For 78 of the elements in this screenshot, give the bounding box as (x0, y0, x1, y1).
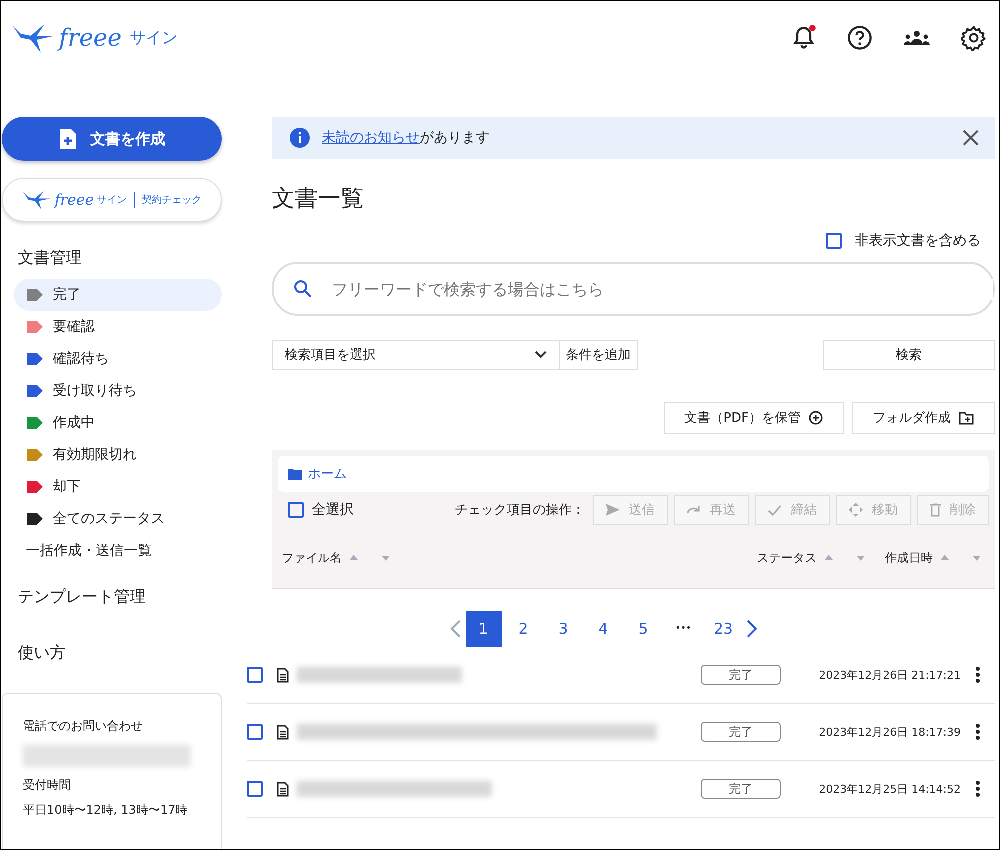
checkbox[interactable] (288, 502, 304, 518)
search-field[interactable]: フリーワードで検索する場合はこちら (272, 262, 995, 316)
status-menu-item[interactable]: 確認待ち (14, 343, 222, 375)
next-page-icon[interactable] (746, 620, 758, 638)
search-icon (294, 280, 312, 298)
add-condition-button[interactable]: 条件を追加 (559, 340, 638, 370)
created-date: 2023年12月26日 21:17:21 (819, 668, 961, 682)
status-menu-item[interactable]: 却下 (14, 471, 222, 503)
notice-link[interactable]: 未読のお知らせ (322, 130, 420, 146)
hours-label: 受付時間 (23, 777, 72, 794)
more-options-icon[interactable] (975, 780, 981, 798)
page-button[interactable]: 5 (626, 611, 662, 647)
row-checkbox[interactable] (247, 667, 263, 683)
row-checkbox[interactable] (247, 781, 263, 797)
contract-check-button[interactable]: freee サイン 契約チェック (2, 178, 222, 222)
column-header[interactable]: ステータス (757, 550, 817, 566)
status-menu-item[interactable]: 要確認 (14, 311, 222, 343)
folder-plus-icon (959, 412, 974, 424)
status-menu-item[interactable]: 作成中 (14, 407, 222, 439)
trash-icon (930, 503, 941, 517)
team-icon[interactable] (903, 28, 931, 48)
status-menu-item[interactable]: 完了 (14, 279, 222, 311)
status-menu-item[interactable]: 有効期限切れ (14, 439, 222, 471)
page-ellipsis: ••• (674, 623, 692, 636)
contact-title: 電話でのお問い合わせ (23, 718, 144, 735)
search-field-dropdown[interactable]: 検索項目を選択 (272, 340, 560, 370)
status-menu-item[interactable]: 受け取り待ち (14, 375, 222, 407)
chevron-down-icon (535, 351, 547, 359)
help-icon[interactable] (847, 25, 873, 51)
checkbox[interactable] (826, 233, 842, 249)
document-icon (277, 782, 289, 796)
page-button[interactable]: 1 (466, 611, 502, 647)
search-button[interactable]: 検索 (823, 340, 995, 370)
notification-bell-icon[interactable] (791, 25, 817, 51)
status-menu-item[interactable]: 全てのステータス (14, 503, 222, 535)
check-icon (768, 504, 782, 516)
plus-circle-icon (809, 411, 823, 425)
bulk-actions-label: チェック項目の操作： (455, 502, 585, 519)
page-button[interactable]: 23 (706, 611, 742, 647)
folder-icon (288, 468, 302, 480)
create-folder-button[interactable]: フォルダ作成 (852, 402, 995, 434)
sidebar-menu-item[interactable]: 使い方 (18, 643, 222, 673)
created-date: 2023年12月26日 18:17:39 (819, 724, 961, 740)
column-header[interactable]: ファイル名 (282, 550, 342, 566)
status-badge: 完了 (701, 722, 782, 742)
checkbox-label: 非表示文書を含める (855, 232, 981, 250)
notice-text: 未読のお知らせがあります (322, 129, 491, 147)
create-document-button[interactable]: 文書を作成 (2, 117, 222, 161)
sidebar-menu-item[interactable]: テンプレート管理 (18, 587, 222, 617)
created-date: 2023年12月25日 14:14:52 (819, 782, 961, 796)
close-icon[interactable] (963, 130, 979, 146)
section-title: 文書管理 (18, 248, 83, 269)
page-button[interactable]: 4 (586, 611, 622, 647)
page-button[interactable]: 2 (506, 611, 542, 647)
logo-brand-text[interactable]: freee (59, 24, 122, 52)
bird-logo-icon (22, 188, 52, 212)
logo-product-text[interactable]: サイン (130, 28, 178, 48)
move-arrows-icon (849, 503, 863, 517)
settings-icon[interactable] (961, 25, 987, 51)
status-badge: 完了 (701, 665, 782, 685)
status-badge: 完了 (701, 779, 782, 799)
more-options-icon[interactable] (975, 723, 981, 741)
info-icon (290, 128, 310, 148)
hours-text: 平日10時〜12時, 13時〜17時 (23, 802, 189, 819)
document-icon (277, 724, 289, 740)
document-icon (277, 668, 289, 682)
more-options-icon[interactable] (975, 666, 981, 684)
row-checkbox[interactable] (247, 724, 263, 740)
select-all-label: 全選択 (312, 501, 354, 519)
new-document-icon (58, 128, 76, 150)
page-title: 文書一覧 (272, 185, 365, 214)
redo-icon (687, 505, 701, 515)
page-button[interactable]: 3 (546, 611, 582, 647)
column-header[interactable]: 作成日時 (885, 550, 933, 566)
send-icon (606, 504, 620, 516)
breadcrumb-home-link[interactable]: ホーム (288, 465, 347, 483)
bulk-menu-item[interactable]: 一括作成・送信一覧 (2, 535, 222, 567)
store-pdf-button[interactable]: 文書（PDF）を保管 (664, 402, 844, 434)
